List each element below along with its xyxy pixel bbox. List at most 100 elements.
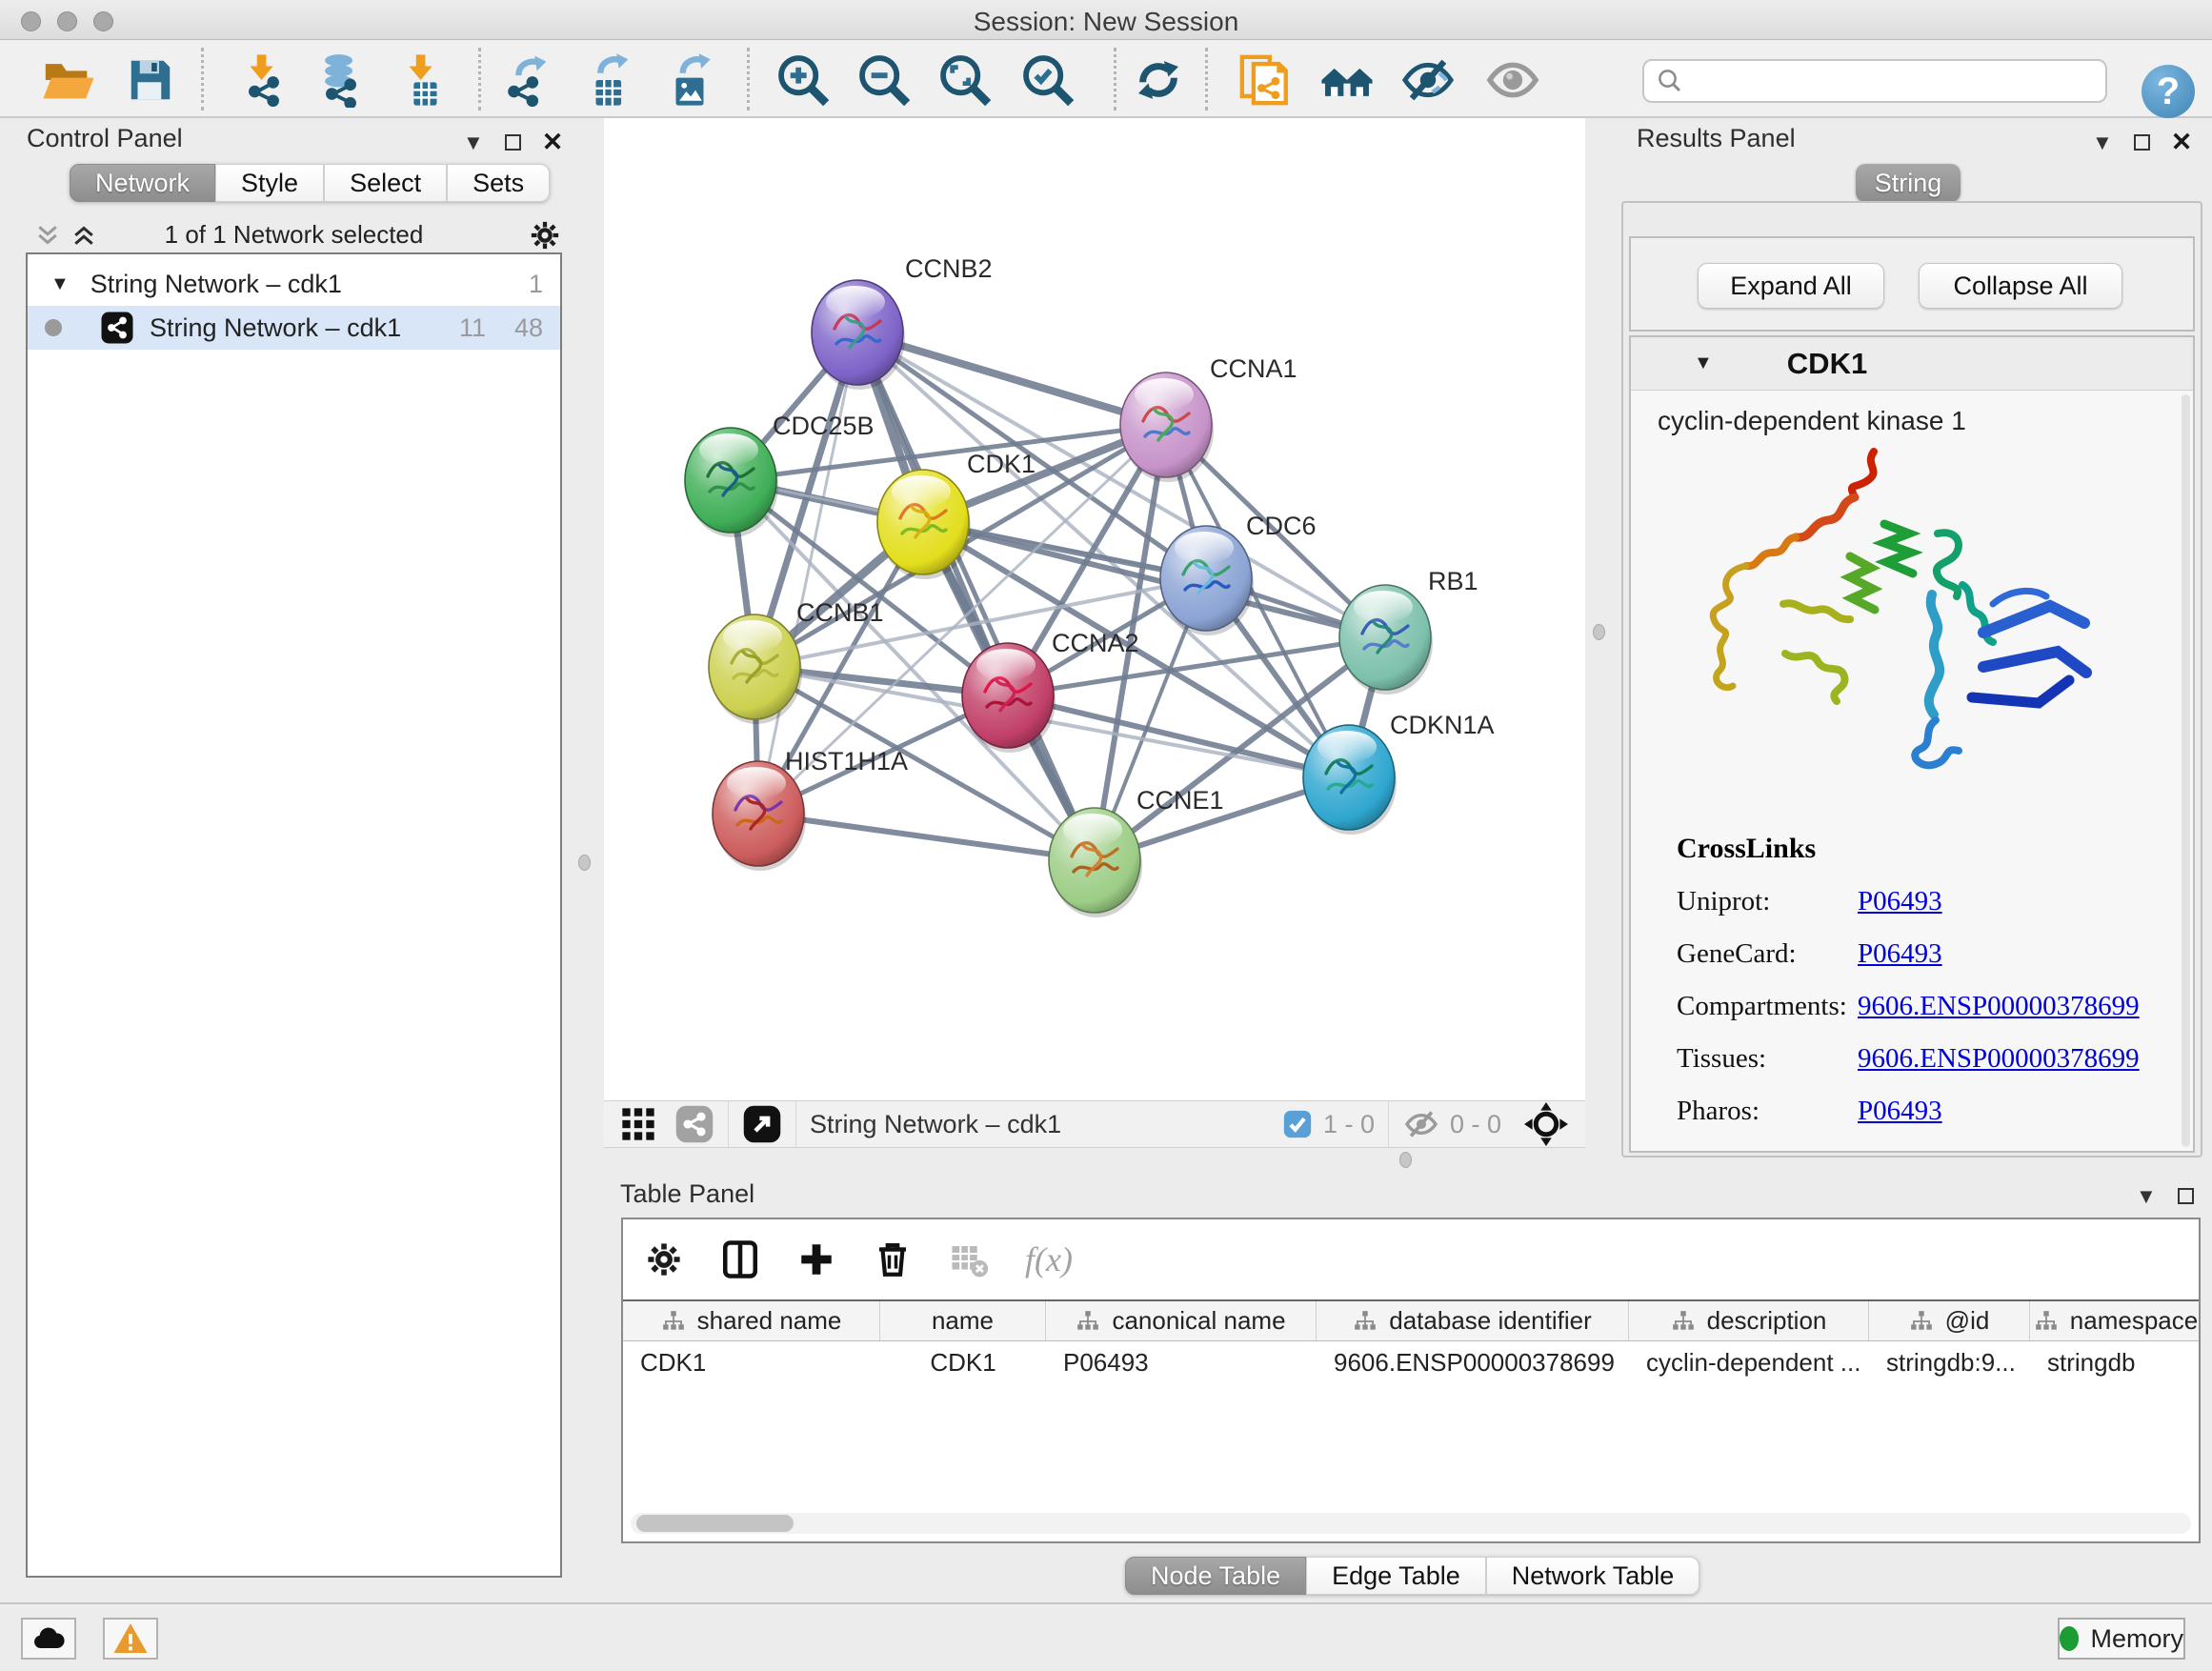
table-cell[interactable]: stringdb:9... <box>1869 1348 2030 1378</box>
refresh-button[interactable] <box>1128 51 1189 109</box>
left-splitter-handle[interactable] <box>578 855 591 871</box>
save-session-button[interactable] <box>120 51 181 109</box>
open-session-button[interactable] <box>38 51 99 109</box>
tab-network-table[interactable]: Network Table <box>1486 1557 1700 1595</box>
column-header-description[interactable]: description <box>1629 1301 1869 1340</box>
delete-trash-icon[interactable] <box>873 1239 913 1279</box>
expand-all-button[interactable]: Expand All <box>1698 263 1884 309</box>
horizontal-splitter-handle[interactable] <box>1399 1152 1412 1168</box>
column-header-shared-name[interactable]: shared name <box>623 1301 880 1340</box>
help-button[interactable]: ? <box>2142 65 2195 118</box>
gene-section-header[interactable]: ▼ CDK1 <box>1631 337 2193 391</box>
gear-icon[interactable] <box>644 1239 684 1279</box>
add-column-icon[interactable] <box>796 1239 836 1279</box>
show-columns-icon[interactable] <box>720 1239 760 1279</box>
node-RB1[interactable]: RB1 <box>1339 567 1478 695</box>
panel-menu-icon[interactable]: ▼ <box>463 131 484 155</box>
column-header-name[interactable]: name <box>880 1301 1046 1340</box>
crosslink-label: Tissues: <box>1677 1043 1858 1075</box>
share-document-button[interactable] <box>1235 51 1296 109</box>
edge-CCNB2-HIST1H1A[interactable] <box>758 332 857 814</box>
crosslink-link[interactable]: P06493 <box>1858 886 1942 917</box>
export-image-button[interactable] <box>659 51 720 109</box>
show-all-button[interactable] <box>1482 51 1543 109</box>
scrollbar-thumb[interactable] <box>636 1515 794 1532</box>
tab-node-table[interactable]: Node Table <box>1125 1557 1306 1595</box>
import-table-button[interactable] <box>392 51 453 109</box>
table-hscrollbar[interactable] <box>631 1513 2191 1534</box>
float-panel-icon[interactable] <box>2178 1188 2194 1204</box>
zoom-out-button[interactable] <box>854 51 915 109</box>
close-panel-icon[interactable]: ✕ <box>2171 130 2193 155</box>
export-table-button[interactable] <box>579 51 640 109</box>
table-cell[interactable]: cyclin-dependent ... <box>1629 1348 1869 1378</box>
panel-menu-icon[interactable]: ▼ <box>2092 131 2113 155</box>
warning-status-button[interactable] <box>103 1618 158 1660</box>
node-CCNA1[interactable]: CCNA1 <box>1120 354 1297 482</box>
export-network-button[interactable] <box>497 51 558 109</box>
table-cell[interactable]: CDK1 <box>623 1348 880 1378</box>
birdseye-grid-icon[interactable] <box>619 1105 657 1143</box>
network-collection-row[interactable]: ▼ String Network – cdk1 1 <box>28 262 560 306</box>
collapse-all-button[interactable]: Collapse All <box>1919 263 2122 309</box>
import-network-from-database-button[interactable] <box>311 51 372 109</box>
homes-button[interactable] <box>1317 51 1377 109</box>
column-header-canonical-name[interactable]: canonical name <box>1046 1301 1317 1340</box>
open-in-new-window-icon[interactable] <box>742 1104 782 1144</box>
tab-style[interactable]: Style <box>215 164 324 202</box>
memory-button[interactable]: Memory <box>2058 1618 2185 1660</box>
node-CCNE1[interactable]: CCNE1 <box>1049 786 1224 917</box>
table-cell[interactable]: P06493 <box>1046 1348 1317 1378</box>
crosslink-row: GeneCard:P06493 <box>1677 938 2172 970</box>
crosslink-link[interactable]: 9606.ENSP00000378699 <box>1858 1043 2140 1075</box>
table-cell[interactable]: 9606.ENSP00000378699 <box>1317 1348 1629 1378</box>
zoom-in-button[interactable] <box>773 51 834 109</box>
float-panel-icon[interactable] <box>505 134 521 151</box>
float-panel-icon[interactable] <box>2134 134 2150 151</box>
pan-crosshair-icon[interactable] <box>1524 1102 1568 1146</box>
edge-HIST1H1A-CCNE1[interactable] <box>758 814 1095 860</box>
right-splitter-handle[interactable] <box>1593 624 1605 640</box>
column-header-namespace[interactable]: namespace <box>2030 1301 2199 1340</box>
results-scrollbar[interactable] <box>2182 394 2190 1147</box>
search-input[interactable] <box>1694 66 2105 97</box>
column-label: name <box>932 1306 994 1336</box>
crosslink-link[interactable]: P06493 <box>1858 1096 1942 1127</box>
node-CDKN1A[interactable]: CDKN1A <box>1303 711 1495 835</box>
node-CCNB2[interactable]: CCNB2 <box>812 254 993 390</box>
collapse-triangle-icon[interactable]: ▼ <box>1694 352 1713 374</box>
network-canvas[interactable]: CCNB2CCNA1CDC25BCDK1CDC6RB1CCNB1CCNA2CDK… <box>604 118 1585 1100</box>
panel-menu-icon[interactable]: ▼ <box>2136 1184 2157 1209</box>
crosslink-link[interactable]: P06493 <box>1858 938 1942 970</box>
close-panel-icon[interactable]: ✕ <box>542 130 564 155</box>
tab-string[interactable]: String <box>1856 164 1961 202</box>
hide-selected-button[interactable] <box>1398 51 1458 109</box>
toolbar-separator <box>747 48 750 111</box>
hidden-eye-icon[interactable] <box>1402 1105 1440 1143</box>
tab-edge-table[interactable]: Edge Table <box>1306 1557 1486 1595</box>
zoom-fit-button[interactable] <box>935 51 995 109</box>
import-network-button[interactable] <box>233 51 294 109</box>
table-row[interactable]: CDK1CDK1P064939606.ENSP00000378699cyclin… <box>623 1341 2199 1383</box>
selected-checkbox-icon[interactable] <box>1281 1108 1314 1140</box>
node-CCNB1[interactable]: CCNB1 <box>709 598 884 724</box>
table-cell[interactable]: stringdb <box>2030 1348 2199 1378</box>
crosslink-link[interactable]: 9606.ENSP00000378699 <box>1858 991 2140 1022</box>
cloud-status-button[interactable] <box>21 1618 76 1660</box>
gear-icon[interactable] <box>529 219 561 252</box>
tab-select[interactable]: Select <box>324 164 447 202</box>
node-HIST1H1A[interactable]: HIST1H1A <box>713 747 908 871</box>
edge-CCNB2-CCNE1[interactable] <box>857 332 1095 860</box>
column-header-database-identifier[interactable]: database identifier <box>1317 1301 1629 1340</box>
collapse-triangle-icon[interactable]: ▼ <box>50 273 70 295</box>
tab-sets[interactable]: Sets <box>447 164 550 202</box>
network-share-badge-icon[interactable] <box>674 1104 714 1144</box>
tab-network[interactable]: Network <box>70 164 215 202</box>
table-cell[interactable]: CDK1 <box>880 1348 1046 1378</box>
toolbar-separator <box>478 48 481 111</box>
network-row[interactable]: String Network – cdk1 11 48 <box>28 306 560 350</box>
table-panel-title: Table Panel <box>620 1179 754 1209</box>
gene-name: CDK1 <box>1787 347 1867 381</box>
zoom-selected-button[interactable] <box>1017 51 1078 109</box>
column-header--id[interactable]: @id <box>1869 1301 2030 1340</box>
